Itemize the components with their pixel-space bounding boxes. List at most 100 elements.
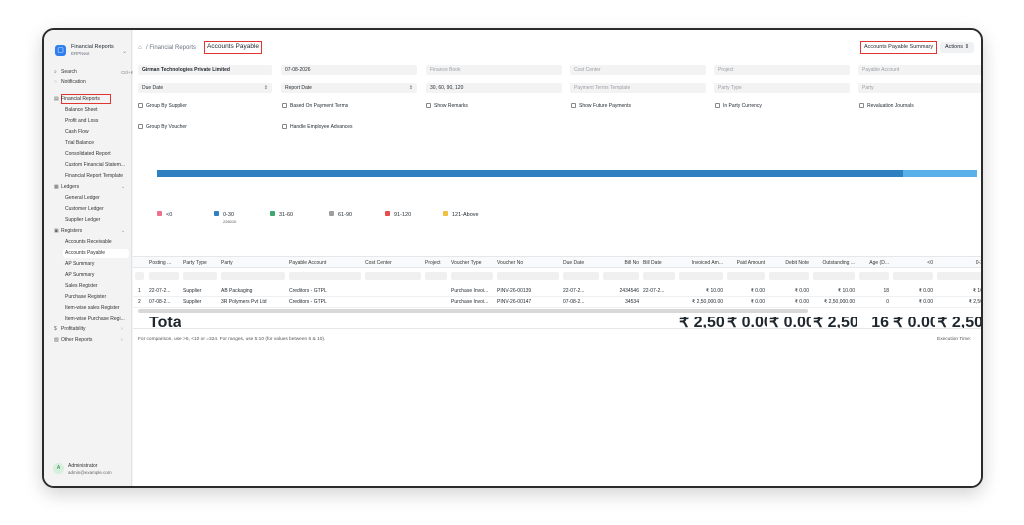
in-party-currency-checkbox[interactable]: In Party Currency (715, 102, 762, 110)
checkbox-box (282, 123, 287, 129)
sidebar-item-custom-financial-statement[interactable]: Custom Financial Statem... (65, 161, 125, 170)
column-filter-input[interactable] (425, 272, 447, 280)
table-row[interactable]: 2 07-08-2... Supplier 3R Polymers Pvt Ltd Cr… (133, 297, 981, 308)
sidebar-item-item-wise-purchase-register[interactable]: Item-wise Purchase Regi... (65, 315, 125, 324)
revaluation-journals-checkbox[interactable]: Revaluation Journals (859, 102, 914, 110)
sidebar-item-sales-register[interactable]: Sales Register (65, 282, 98, 291)
group-by-voucher-checkbox[interactable]: Group By Voucher (138, 123, 187, 131)
finance-book-field[interactable]: Finance Book (426, 65, 562, 75)
actions-button[interactable]: Actions ⇕ (940, 42, 974, 53)
sidebar-section-label: Financial Reports (61, 96, 100, 102)
home-icon[interactable]: ⌂ (138, 45, 142, 51)
group-by-supplier-checkbox[interactable]: Group By Supplier (138, 102, 187, 110)
column-header[interactable]: Outstanding ... (811, 257, 857, 269)
sidebar-item-accounts-payable[interactable]: Accounts Payable (63, 249, 129, 258)
table-row[interactable]: 1 22-07-2... Supplier AB Packaging Creditors… (133, 286, 981, 297)
sidebar-profitability-label: Profitability (61, 326, 86, 332)
sidebar-item-general-ledger[interactable]: General Ledger (65, 194, 100, 203)
party-field[interactable]: Party (858, 83, 981, 93)
sidebar-item-ap-summary-2[interactable]: AP Summary (65, 271, 94, 280)
sidebar-section-ledgers[interactable]: ▦ Ledgers ⌄ (54, 183, 125, 192)
column-header[interactable]: Party (219, 257, 287, 269)
column-header[interactable]: Due Date (561, 257, 601, 269)
show-future-payments-checkbox[interactable]: Show Future Payments (571, 102, 631, 110)
party-type-field[interactable]: Party Type (714, 83, 850, 93)
workspace-switcher[interactable]: ▢ Financial Reports ERPNext ⌄ (52, 42, 128, 62)
accounts-payable-summary-button[interactable]: Accounts Payable Summary (860, 41, 938, 54)
payment-terms-template-field[interactable]: Payment Terms Template (570, 83, 706, 93)
ageing-ranges-field[interactable]: 30, 60, 90, 120 (426, 83, 562, 93)
sidebar-item-profit-and-loss[interactable]: Profit and Loss (65, 117, 98, 126)
column-header[interactable]: Paid Amount (725, 257, 767, 269)
column-header[interactable]: Age (D... (857, 257, 891, 269)
column-filter-input[interactable] (813, 272, 855, 280)
breadcrumb-financial-reports[interactable]: / Financial Reports (146, 45, 196, 51)
column-header[interactable]: Cost Center (363, 257, 423, 269)
column-filter-input[interactable] (859, 272, 889, 280)
column-filter-input[interactable] (365, 272, 421, 280)
column-header[interactable]: Party Type (181, 257, 219, 269)
payable-account-field[interactable]: Payable Account (858, 65, 981, 75)
user-menu[interactable]: A Administrator admin@example.com (53, 460, 128, 480)
sidebar-notification[interactable]: ◌ Notification (54, 78, 86, 87)
report-date-select[interactable]: Report Date ⇕ (281, 83, 417, 93)
column-filter-input[interactable] (451, 272, 493, 280)
column-filter-input[interactable] (727, 272, 765, 280)
column-filter-input[interactable] (221, 272, 285, 280)
column-header[interactable]: Invoiced Am... (677, 257, 725, 269)
sidebar-section-financial-reports[interactable]: ▤ Financial Reports (54, 95, 100, 104)
checkbox-box (715, 102, 720, 108)
column-header[interactable]: Posting ... (147, 257, 181, 269)
sidebar-item-item-wise-sales-register[interactable]: Item-wise sales Register (65, 304, 119, 313)
show-remarks-checkbox[interactable]: Show Remarks (426, 102, 468, 110)
sidebar-item-supplier-ledger[interactable]: Supplier Ledger (65, 216, 100, 225)
cell-voucher-type: Purchase Invoi... (451, 288, 489, 294)
column-filter-input[interactable] (643, 272, 675, 280)
column-filter-input[interactable] (497, 272, 559, 280)
column-filter-input[interactable] (893, 272, 933, 280)
column-filter-input[interactable] (603, 272, 639, 280)
column-header[interactable]: Project (423, 257, 449, 269)
based-on-payment-terms-checkbox[interactable]: Based On Payment Terms (282, 102, 348, 110)
sidebar-item-accounts-receivable[interactable]: Accounts Receivable (65, 238, 112, 247)
column-filter-input[interactable] (679, 272, 723, 280)
sidebar-item-customer-ledger[interactable]: Customer Ledger (65, 205, 104, 214)
column-header[interactable]: <0 (891, 257, 935, 269)
cell-voucher-no: PINV-26-00147 (497, 299, 532, 305)
date-field[interactable]: 07-08-2026 (281, 65, 417, 75)
column-filter-input[interactable] (937, 272, 981, 280)
sidebar-section-profitability[interactable]: $ Profitability › (54, 325, 123, 334)
column-header[interactable]: Bill No (601, 257, 641, 269)
column-header[interactable]: Voucher No (495, 257, 561, 269)
column-filter-input[interactable] (289, 272, 361, 280)
row-index: 1 (138, 288, 141, 294)
sidebar-item-balance-sheet[interactable]: Balance Sheet (65, 106, 98, 115)
ageing-based-on-select[interactable]: Due Date ⇕ (138, 83, 272, 93)
column-header[interactable]: Bill Date (641, 257, 677, 269)
sidebar-section-registers[interactable]: ▣ Registers ⌄ (54, 227, 125, 236)
handle-employee-advances-checkbox[interactable]: Handle Employee Advances (282, 123, 353, 131)
project-field[interactable]: Project (714, 65, 850, 75)
column-filter-input[interactable] (149, 272, 179, 280)
column-header[interactable]: Payable Account (287, 257, 363, 269)
sidebar-section-other-reports[interactable]: ▧ Other Reports › (54, 336, 123, 345)
sidebar-item-cash-flow[interactable]: Cash Flow (65, 128, 89, 137)
horizontal-scrollbar[interactable] (138, 309, 808, 313)
cost-center-field[interactable]: Cost Center (570, 65, 706, 75)
sidebar-item-financial-report-template[interactable]: Financial Report Template (65, 172, 123, 181)
cell-party: 3R Polymers Pvt Ltd (221, 299, 267, 305)
column-filter-input[interactable] (769, 272, 809, 280)
sidebar-item-ap-summary[interactable]: AP Summary (65, 260, 94, 269)
sidebar-item-purchase-register[interactable]: Purchase Register (65, 293, 106, 302)
checkbox-label: Revaluation Journals (867, 103, 914, 109)
column-header[interactable]: Debit Note (767, 257, 811, 269)
register-icon: ▣ (54, 228, 59, 234)
sidebar-item-trial-balance[interactable]: Trial Balance (65, 139, 94, 148)
column-filter-input[interactable] (183, 272, 217, 280)
column-header[interactable]: Voucher Type (449, 257, 495, 269)
sidebar-item-consolidated-report[interactable]: Consolidated Report (65, 150, 111, 159)
column-filter-input[interactable] (563, 272, 599, 280)
company-field[interactable]: Girman Technologies Private Limited (138, 65, 272, 75)
sidebar-search[interactable]: ⌕ Search Ctrl+K (54, 68, 134, 77)
column-header[interactable]: 0-3 (935, 257, 981, 269)
